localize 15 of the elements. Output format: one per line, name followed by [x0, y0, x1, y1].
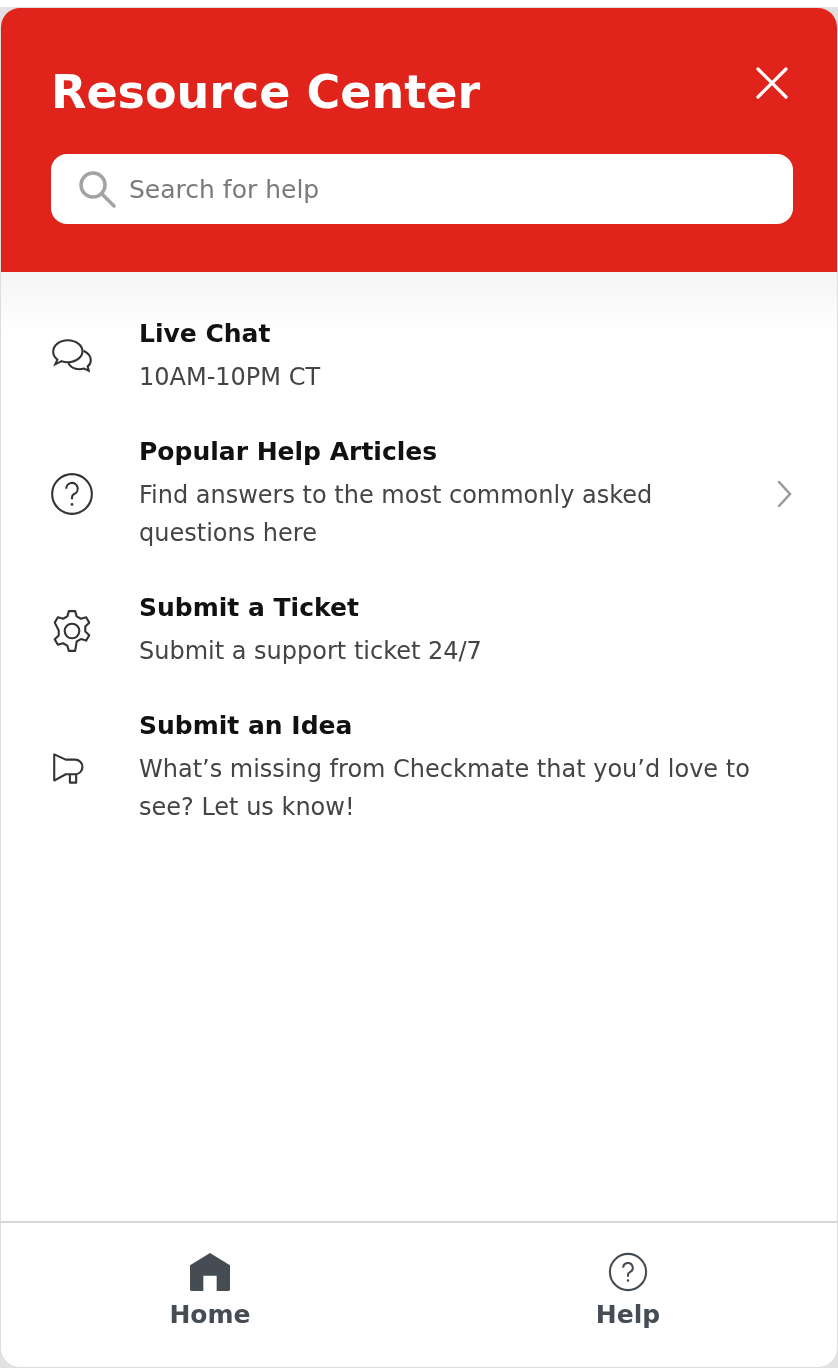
panel-title: Resource Center: [51, 64, 481, 121]
question-circle-icon: [49, 471, 95, 517]
item-title[interactable]: Popular Help Articles: [139, 436, 731, 468]
item-description: Submit a support ticket 24/7: [139, 636, 483, 667]
nav-tab[interactable]: Home: [1, 1223, 419, 1367]
item-description: Find answers to the most commonly asked questions here: [139, 480, 654, 549]
item-title[interactable]: Submit a Ticket: [139, 592, 793, 624]
home-icon: [190, 1252, 230, 1292]
item-description: What’s missing from Checkmate that you’d love to see? Let us know!: [139, 754, 751, 823]
item-title[interactable]: Live Chat: [139, 318, 793, 350]
item-title[interactable]: Submit an Idea: [139, 710, 793, 742]
search-field[interactable]: Search for help: [51, 154, 793, 224]
item-description: 10AM-10PM CT: [139, 362, 322, 393]
nav-tab[interactable]: Help: [419, 1223, 837, 1367]
question-circle-icon: [608, 1252, 648, 1292]
